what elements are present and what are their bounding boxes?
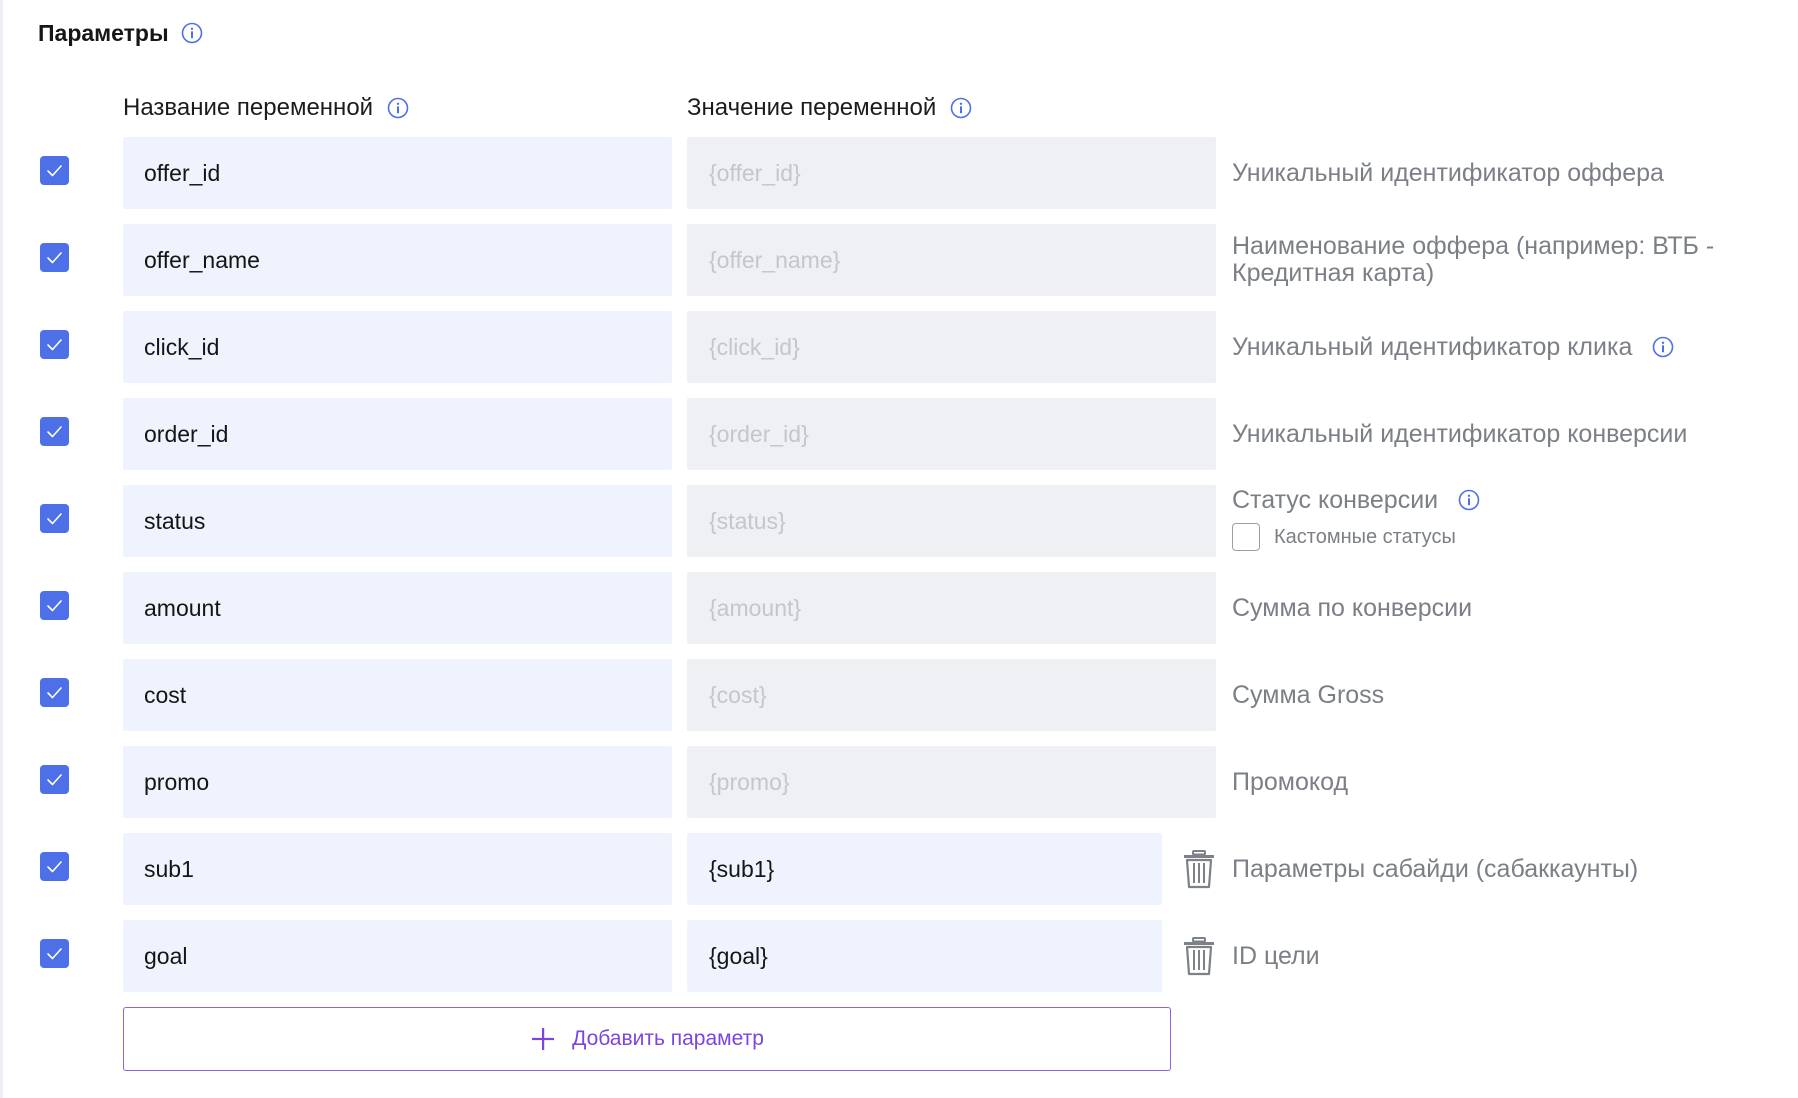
checkmark-icon <box>47 948 62 960</box>
variable-value-input[interactable]: {goal} <box>687 920 1162 992</box>
checkmark-icon <box>47 600 62 612</box>
parameter-row-cost: cost {cost} Сумма Gross <box>0 659 1798 731</box>
variable-name-input[interactable]: promo <box>123 746 672 818</box>
enable-checkbox[interactable] <box>40 678 69 707</box>
section-header: Параметры <box>38 18 203 48</box>
parameter-description: Уникальный идентификатор конверсии <box>1232 419 1688 448</box>
variable-value-input: {status} <box>687 485 1216 557</box>
enable-checkbox[interactable] <box>40 939 69 968</box>
parameter-row-click_id: click_id {click_id} Уникальный идентификат… <box>0 311 1798 383</box>
variable-value-input: {order_id} <box>687 398 1216 470</box>
variable-value-input: {cost} <box>687 659 1216 731</box>
parameter-description: Промокод <box>1232 767 1349 796</box>
info-icon[interactable] <box>387 97 409 119</box>
plus-icon <box>530 1026 556 1052</box>
info-icon[interactable] <box>950 97 972 119</box>
add-parameter-label: Добавить параметр <box>572 1027 764 1050</box>
enable-checkbox[interactable] <box>40 243 69 272</box>
column-header-value: Значение переменной <box>687 92 972 124</box>
description-block: Уникальный идентификатор оффера <box>1232 137 1752 209</box>
add-parameter-button[interactable]: Добавить параметр <box>123 1007 1171 1071</box>
parameter-row-sub1: sub1 {sub1} Параметры сабайди (сабаккаунты… <box>0 833 1798 905</box>
parameter-description: Параметры сабайди (сабаккаунты) <box>1232 854 1639 883</box>
trash-icon[interactable] <box>1181 849 1217 889</box>
checkmark-icon <box>47 687 62 699</box>
parameter-row-amount: amount {amount} Сумма по конверсии <box>0 572 1798 644</box>
checkmark-icon <box>47 339 62 351</box>
parameter-row-goal: goal {goal} ID цели <box>0 920 1798 992</box>
parameter-description: Статус конверсии <box>1232 485 1439 514</box>
variable-name-input[interactable]: offer_name <box>123 224 672 296</box>
custom-statuses-option[interactable]: Кастомные статусы <box>1232 523 1480 551</box>
checkmark-icon <box>47 513 62 525</box>
parameter-description: Уникальный идентификатор клика <box>1232 332 1633 361</box>
enable-checkbox[interactable] <box>40 591 69 620</box>
variable-name-input[interactable]: sub1 <box>123 833 672 905</box>
enable-checkbox[interactable] <box>40 504 69 533</box>
column-header-name-label: Название переменной <box>123 94 374 121</box>
info-icon[interactable] <box>1652 336 1674 358</box>
parameter-row-status: status {status} Статус конверсии Кастомные … <box>0 485 1798 557</box>
enable-checkbox[interactable] <box>40 417 69 446</box>
variable-name-input[interactable]: click_id <box>123 311 672 383</box>
variable-value-input: {click_id} <box>687 311 1216 383</box>
parameter-description: Уникальный идентификатор оффера <box>1232 158 1664 187</box>
info-icon[interactable] <box>1458 489 1480 511</box>
enable-checkbox[interactable] <box>40 330 69 359</box>
variable-name-input[interactable]: goal <box>123 920 672 992</box>
description-block: Сумма Gross <box>1232 659 1752 731</box>
column-header-value-label: Значение переменной <box>687 94 937 121</box>
enable-checkbox[interactable] <box>40 156 69 185</box>
trash-icon[interactable] <box>1181 936 1217 976</box>
description-block: Уникальный идентификатор клика <box>1232 311 1752 383</box>
variable-name-input[interactable]: amount <box>123 572 672 644</box>
variable-name-input[interactable]: cost <box>123 659 672 731</box>
variable-value-input: {offer_id} <box>687 137 1216 209</box>
parameter-description: Сумма Gross <box>1232 680 1385 709</box>
variable-value-input[interactable]: {sub1} <box>687 833 1162 905</box>
parameter-description: Сумма по конверсии <box>1232 593 1473 622</box>
description-block: Уникальный идентификатор конверсии <box>1232 398 1752 470</box>
description-line: Статус конверсии <box>1232 483 1480 517</box>
description-block: Параметры сабайди (сабаккаунты) <box>1232 833 1752 905</box>
custom-statuses-label: Кастомные статусы <box>1274 525 1456 548</box>
description-block: Наименование оффера (например: ВТБ - Кре… <box>1232 224 1752 296</box>
description-block: Сумма по конверсии <box>1232 572 1752 644</box>
variable-value-input: {offer_name} <box>687 224 1216 296</box>
checkmark-icon <box>47 774 62 786</box>
column-header-name: Название переменной <box>123 92 409 124</box>
checkmark-icon <box>47 165 62 177</box>
parameter-description: Наименование оффера (например: ВТБ - Кре… <box>1232 232 1715 287</box>
variable-name-input[interactable]: order_id <box>123 398 672 470</box>
variable-value-input: {amount} <box>687 572 1216 644</box>
checkmark-icon <box>47 426 62 438</box>
parameter-row-offer_name: offer_name {offer_name} Наименование оффер… <box>0 224 1798 296</box>
parameter-row-promo: promo {promo} Промокод <box>0 746 1798 818</box>
enable-checkbox[interactable] <box>40 852 69 881</box>
parameter-row-order_id: order_id {order_id} Уникальный идентификат… <box>0 398 1798 470</box>
custom-statuses-checkbox[interactable] <box>1232 523 1260 551</box>
parameter-description: ID цели <box>1232 941 1320 970</box>
description-block: Промокод <box>1232 746 1752 818</box>
description-block: ID цели <box>1232 920 1752 992</box>
description-block: Статус конверсии Кастомные статусы <box>1232 483 1480 551</box>
parameter-row-offer_id: offer_id {offer_id} Уникальный идентификат… <box>0 137 1798 209</box>
variable-name-input[interactable]: status <box>123 485 672 557</box>
checkmark-icon <box>47 252 62 264</box>
checkmark-icon <box>47 861 62 873</box>
variable-value-input: {promo} <box>687 746 1216 818</box>
section-title: Параметры <box>38 19 169 46</box>
info-icon[interactable] <box>181 22 203 44</box>
enable-checkbox[interactable] <box>40 765 69 794</box>
variable-name-input[interactable]: offer_id <box>123 137 672 209</box>
